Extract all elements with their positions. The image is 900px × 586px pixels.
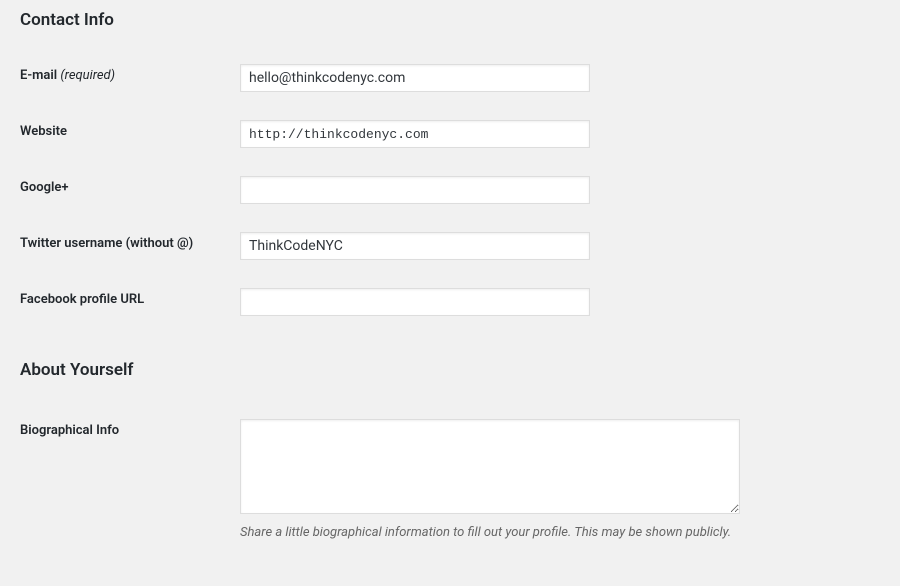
email-required-text: (required) [60, 68, 115, 83]
email-label: E-mail (required) [20, 50, 240, 106]
twitter-row: Twitter username (without @) [20, 218, 880, 274]
about-yourself-heading: About Yourself [20, 360, 880, 380]
email-label-text: E-mail [20, 68, 60, 83]
facebook-label: Facebook profile URL [20, 274, 240, 330]
facebook-field[interactable] [240, 288, 590, 316]
googleplus-row: Google+ [20, 162, 880, 218]
website-label: Website [20, 106, 240, 162]
email-field[interactable] [240, 64, 590, 92]
twitter-field[interactable] [240, 232, 590, 260]
bio-row: Biographical Info Share a little biograp… [20, 405, 880, 554]
googleplus-field[interactable] [240, 176, 590, 204]
contact-info-table: E-mail (required) Website Google+ Twitte… [20, 50, 880, 330]
bio-description: Share a little biographical information … [240, 525, 870, 540]
bio-label: Biographical Info [20, 405, 240, 554]
contact-info-heading: Contact Info [20, 10, 880, 30]
googleplus-label: Google+ [20, 162, 240, 218]
about-yourself-table: Biographical Info Share a little biograp… [20, 405, 880, 554]
email-row: E-mail (required) [20, 50, 880, 106]
twitter-label: Twitter username (without @) [20, 218, 240, 274]
website-field[interactable] [240, 120, 590, 148]
bio-textarea[interactable] [240, 419, 740, 514]
facebook-row: Facebook profile URL [20, 274, 880, 330]
website-row: Website [20, 106, 880, 162]
